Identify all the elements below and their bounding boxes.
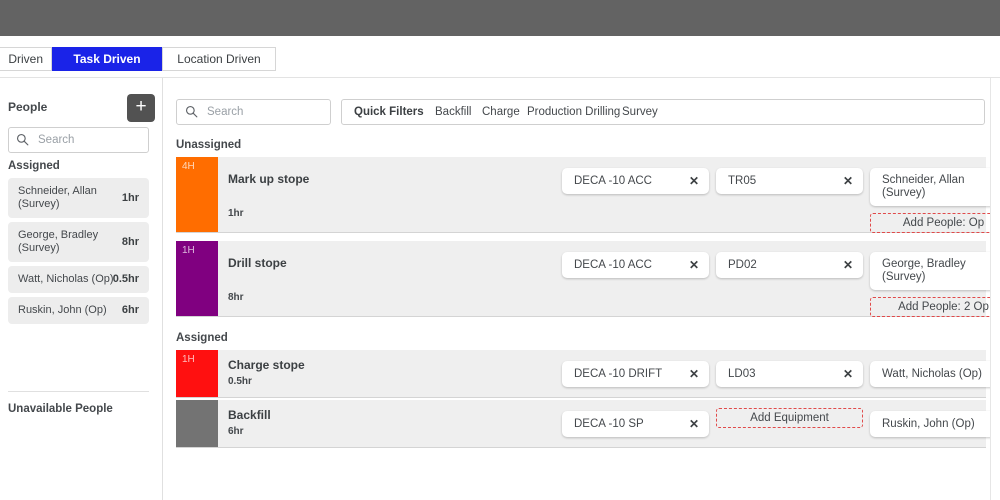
add-person-button[interactable]: + — [127, 94, 155, 122]
location-chip-label: DECA -10 ACC — [574, 259, 652, 271]
close-icon[interactable]: ✕ — [843, 258, 853, 272]
equipment-chip-label: LD03 — [728, 368, 756, 380]
person-hours: 6hr — [121, 304, 139, 316]
location-chip[interactable]: DECA -10 ACC ✕ — [562, 168, 709, 194]
quick-filters-label: Quick Filters — [354, 106, 424, 118]
add-equipment-button[interactable]: Add Equipment — [716, 408, 863, 428]
tab-location-driven[interactable]: Location Driven — [162, 47, 276, 71]
group-heading-unassigned: Unassigned — [176, 139, 242, 151]
quick-filters-bar: Quick Filters Backfill Charge Production… — [341, 99, 985, 125]
sidebar-assigned-label: Assigned — [8, 160, 60, 172]
person-chip-label: Watt, Nicholas (Op) — [882, 368, 982, 380]
location-chip[interactable]: DECA -10 SP ✕ — [562, 411, 709, 437]
task-color-block[interactable]: 1H — [176, 241, 218, 316]
view-mode-tab-strip: Driven Task Driven Location Driven — [0, 36, 1000, 78]
person-name: Watt, Nicholas (Op) — [18, 273, 114, 285]
person-pill[interactable]: George, Bradley (Survey) 8hr — [8, 222, 149, 262]
add-people-label: Add People: 2 Op — [898, 301, 989, 313]
group-heading-assigned: Assigned — [176, 332, 228, 344]
person-hours: 8hr — [121, 236, 139, 248]
person-name: Ruskin, John (Op) — [18, 304, 107, 316]
right-scroll-gutter[interactable] — [990, 78, 1000, 500]
close-icon[interactable]: ✕ — [689, 174, 699, 188]
task-duration: 6hr — [228, 426, 244, 437]
location-chip[interactable]: DECA -10 DRIFT ✕ — [562, 361, 709, 387]
task-title: Drill stope — [228, 256, 287, 270]
task-duration: 8hr — [228, 292, 244, 303]
quick-filter-survey[interactable]: Survey — [622, 106, 658, 118]
tab-driven[interactable]: Driven — [0, 47, 52, 71]
close-icon[interactable]: ✕ — [843, 174, 853, 188]
task-color-block[interactable] — [176, 400, 218, 447]
add-people-label: Add People: Op — [902, 217, 985, 229]
task-duration: 0.5hr — [228, 376, 252, 387]
equipment-chip-label: TR05 — [728, 175, 757, 187]
person-name: George, Bradley (Survey) — [18, 229, 99, 254]
location-chip[interactable]: DECA -10 ACC ✕ — [562, 252, 709, 278]
task-title: Charge stope — [228, 358, 305, 372]
add-people-button[interactable]: Add People: Op — [870, 213, 1000, 233]
equipment-chip-label: PD02 — [728, 259, 757, 271]
person-chip[interactable]: Watt, Nicholas (Op) ✕ — [870, 361, 1000, 387]
person-chip[interactable]: Ruskin, John (Op) ✕ — [870, 411, 1000, 437]
person-pill[interactable]: Schneider, Allan (Survey) 1hr — [8, 178, 149, 218]
add-people-button[interactable]: Add People: 2 Op — [870, 297, 1000, 317]
tab-driven-label: Driven — [8, 52, 43, 66]
person-name: Schneider, Allan (Survey) — [18, 185, 97, 210]
sidebar-divider — [8, 391, 149, 392]
close-icon[interactable]: ✕ — [843, 367, 853, 381]
people-sidebar: People + Assigned Schneider, Allan (Surv… — [0, 78, 163, 500]
close-icon[interactable]: ✕ — [689, 258, 699, 272]
person-chip[interactable]: George, Bradley (Survey) ✕ — [870, 252, 1000, 290]
people-panel-title: People — [8, 100, 48, 114]
people-search-input[interactable] — [36, 128, 144, 152]
task-badge: 4H — [182, 161, 195, 172]
task-title: Backfill — [228, 408, 271, 422]
quick-filter-production-drilling[interactable]: Production Drilling — [527, 106, 620, 118]
person-pill[interactable]: Watt, Nicholas (Op) 0.5hr — [8, 266, 149, 293]
sidebar-unavailable-label: Unavailable People — [8, 403, 113, 415]
person-chip-label: Ruskin, John (Op) — [882, 418, 975, 430]
task-badge: 1H — [182, 245, 195, 256]
people-search-field[interactable] — [8, 127, 149, 153]
add-equipment-label: Add Equipment — [750, 412, 829, 424]
tab-task-driven-label: Task Driven — [73, 52, 141, 66]
task-search-input[interactable] — [205, 100, 325, 124]
people-header: People + — [8, 94, 155, 124]
close-icon[interactable]: ✕ — [689, 417, 699, 431]
task-search-field[interactable] — [176, 99, 331, 125]
search-icon — [16, 133, 29, 151]
location-chip-label: DECA -10 DRIFT — [574, 368, 663, 380]
tab-task-driven[interactable]: Task Driven — [52, 47, 162, 71]
person-hours: 0.5hr — [112, 273, 139, 285]
top-app-bar — [0, 0, 1000, 36]
search-icon — [185, 105, 198, 123]
person-pill[interactable]: Ruskin, John (Op) 6hr — [8, 297, 149, 324]
task-row[interactable]: 4H Mark up stope 1hr DECA -10 ACC ✕ TR05… — [176, 157, 1000, 233]
quick-filter-charge[interactable]: Charge — [482, 106, 520, 118]
close-icon[interactable]: ✕ — [689, 367, 699, 381]
task-badge: 1H — [182, 354, 195, 365]
task-row[interactable]: Backfill 6hr DECA -10 SP ✕ Add Equipment… — [176, 400, 1000, 448]
task-row[interactable]: 1H Charge stope 0.5hr DECA -10 DRIFT ✕ L… — [176, 350, 1000, 398]
task-color-block[interactable]: 1H — [176, 350, 218, 397]
task-row[interactable]: 1H Drill stope 8hr DECA -10 ACC ✕ PD02 ✕… — [176, 241, 1000, 317]
task-title: Mark up stope — [228, 172, 310, 186]
person-chip[interactable]: Schneider, Allan (Survey) ✕ — [870, 168, 1000, 206]
person-hours: 1hr — [121, 192, 139, 204]
quick-filter-backfill[interactable]: Backfill — [435, 106, 471, 118]
person-chip-label: George, Bradley (Survey) — [882, 258, 966, 283]
task-board: Quick Filters Backfill Charge Production… — [163, 78, 1000, 500]
equipment-chip[interactable]: TR05 ✕ — [716, 168, 863, 194]
equipment-chip[interactable]: PD02 ✕ — [716, 252, 863, 278]
equipment-chip[interactable]: LD03 ✕ — [716, 361, 863, 387]
location-chip-label: DECA -10 SP — [574, 418, 644, 430]
person-chip-label: Schneider, Allan (Survey) — [882, 174, 965, 199]
tab-location-driven-label: Location Driven — [177, 52, 261, 66]
location-chip-label: DECA -10 ACC — [574, 175, 652, 187]
task-color-block[interactable]: 4H — [176, 157, 218, 232]
task-duration: 1hr — [228, 208, 244, 219]
